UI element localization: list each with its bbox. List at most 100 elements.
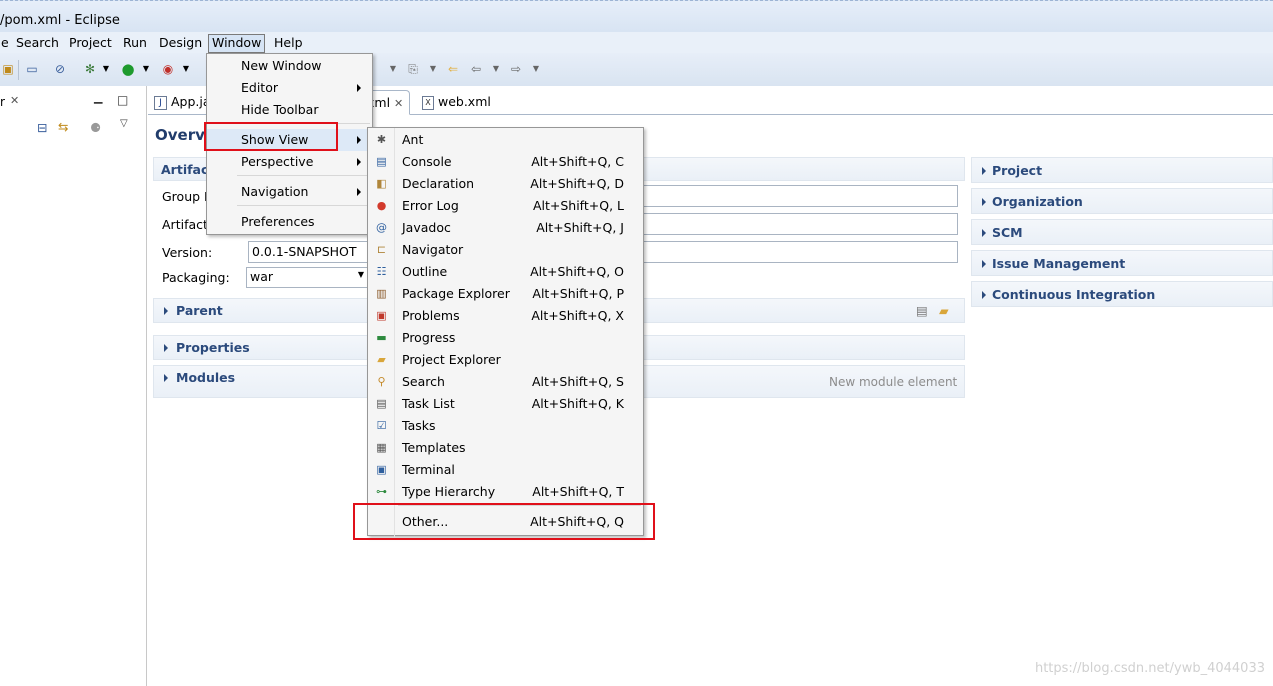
continuous-integration-section[interactable]: Continuous Integration <box>971 281 1273 307</box>
show-view-submenu: ✱ Ant ▤ Console Alt+Shift+Q, C ◧ Declara… <box>367 127 644 537</box>
highlight-box <box>204 122 338 151</box>
section-title: Parent <box>176 303 223 318</box>
title-bar: /pom.xml - Eclipse <box>0 0 1273 32</box>
show-view-item-project-explorer[interactable]: ▰ Project Explorer <box>368 349 643 371</box>
menu-search[interactable]: Search <box>13 34 62 51</box>
menu-item-navigation[interactable]: Navigation <box>207 181 372 203</box>
highlight-box <box>353 503 655 540</box>
ant-icon: ✱ <box>376 133 387 146</box>
external-tools-icon[interactable]: ◉ <box>160 61 176 77</box>
close-icon[interactable]: ✕ <box>10 94 19 107</box>
menu-item-editor[interactable]: Editor <box>207 77 372 99</box>
debug-icon[interactable]: ✻ <box>82 61 98 77</box>
section-title: Modules <box>176 370 236 385</box>
show-view-item-outline[interactable]: ☷ Outline Alt+Shift+Q, O <box>368 261 643 283</box>
link-editor-icon[interactable]: ⇆ <box>58 119 68 134</box>
expand-icon <box>164 344 168 352</box>
menu-help[interactable]: Help <box>271 34 306 51</box>
last-edit-icon[interactable]: ⇐ <box>445 61 461 77</box>
packaging-select[interactable]: war ▼ <box>246 267 368 288</box>
minimize-icon[interactable]: ▁ <box>94 91 102 104</box>
menu-item-hide-toolbar[interactable]: Hide Toolbar <box>207 99 372 121</box>
terminal-icon: ▣ <box>376 463 387 476</box>
package-explorer-icon: ▥ <box>376 287 387 300</box>
forward-icon[interactable]: ⇨ <box>508 61 524 77</box>
show-view-item-package-explorer[interactable]: ▥ Package Explorer Alt+Shift+Q, P <box>368 283 643 305</box>
chevron-down-icon[interactable]: ▼ <box>178 61 194 77</box>
tab-label: App.ja <box>170 94 211 109</box>
chevron-down-icon[interactable]: ▼ <box>138 61 154 77</box>
show-view-item-type-hierarchy[interactable]: ⊶ Type Hierarchy Alt+Shift+Q, T <box>368 481 643 503</box>
expand-icon <box>982 198 986 206</box>
show-view-item-navigator[interactable]: ⊏ Navigator <box>368 239 643 261</box>
java-file-icon: J <box>154 95 167 110</box>
section-title: Properties <box>176 340 250 355</box>
tab-label: web.xml <box>437 94 491 109</box>
monitor-icon[interactable]: ▭ <box>24 61 40 77</box>
menu-run[interactable]: Run <box>120 34 150 51</box>
focus-icon[interactable]: ⚈ <box>90 120 101 135</box>
skip-breakpoints-icon[interactable]: ⊘ <box>52 61 68 77</box>
chevron-down-icon[interactable]: ▼ <box>358 270 364 279</box>
show-view-item-error-log[interactable]: ● Error Log Alt+Shift+Q, L <box>368 195 643 217</box>
maximize-icon[interactable]: □ <box>117 93 128 107</box>
chevron-down-icon[interactable]: ▼ <box>98 61 114 77</box>
progress-icon: ▬ <box>376 331 387 344</box>
collapse-all-icon[interactable]: ⊟ <box>37 120 47 135</box>
menu-item-perspective[interactable]: Perspective <box>207 151 372 173</box>
tab-web-xml[interactable]: X web.xml <box>416 90 497 114</box>
view-tab-partial[interactable]: r <box>0 95 5 109</box>
menu-design[interactable]: Design <box>156 34 205 51</box>
tasks-icon: ☑ <box>376 419 387 432</box>
error-log-icon: ● <box>376 199 387 212</box>
scm-section[interactable]: SCM <box>971 219 1273 245</box>
outline-icon: ☷ <box>376 265 387 278</box>
annotation-icon[interactable]: ⎘ <box>405 61 421 77</box>
chevron-down-icon[interactable]: ▼ <box>425 61 441 77</box>
show-view-item-tasks[interactable]: ☑ Tasks <box>368 415 643 437</box>
menu-edit[interactable]: e <box>0 34 12 51</box>
submenu-arrow-icon <box>357 136 361 144</box>
submenu-arrow-icon <box>357 84 361 92</box>
view-menu-icon[interactable]: ▽ <box>120 118 128 129</box>
watermark-text: https://blog.csdn.net/ywb_4044033 <box>1034 661 1265 676</box>
close-icon[interactable]: ✕ <box>394 97 403 110</box>
show-view-item-templates[interactable]: ▦ Templates <box>368 437 643 459</box>
show-view-item-terminal[interactable]: ▣ Terminal <box>368 459 643 481</box>
show-view-item-problems[interactable]: ▣ Problems Alt+Shift+Q, X <box>368 305 643 327</box>
templates-icon: ▦ <box>376 441 387 454</box>
show-view-item-task-list[interactable]: ▤ Task List Alt+Shift+Q, K <box>368 393 643 415</box>
show-view-item-declaration[interactable]: ◧ Declaration Alt+Shift+Q, D <box>368 173 643 195</box>
menu-bar: e Search Project Run Design Window Help <box>0 32 1273 53</box>
artifact-id-label: Artifact <box>162 217 208 232</box>
project-section[interactable]: Project <box>971 157 1273 183</box>
packaging-label: Packaging: <box>162 270 230 285</box>
organization-section[interactable]: Organization <box>971 188 1273 214</box>
menu-item-new-window[interactable]: New Window <box>207 55 372 77</box>
show-view-item-console[interactable]: ▤ Console Alt+Shift+Q, C <box>368 151 643 173</box>
chevron-down-icon[interactable]: ▼ <box>528 61 544 77</box>
run-icon[interactable]: ● <box>120 61 136 77</box>
menu-item-preferences[interactable]: Preferences <box>207 211 372 233</box>
show-view-item-ant[interactable]: ✱ Ant <box>368 129 643 151</box>
version-value: 0.0.1-SNAPSHOT <box>252 244 357 259</box>
type-hierarchy-icon: ⊶ <box>376 485 387 498</box>
new-module-hint[interactable]: New module element <box>829 375 957 389</box>
menu-window[interactable]: Window <box>208 34 266 53</box>
window-title: /pom.xml - Eclipse <box>0 13 120 28</box>
group-id-input[interactable] <box>620 185 958 207</box>
open-folder-icon[interactable]: ▣ <box>0 61 16 77</box>
left-view-panel: r ✕ ▁ □ ⊟ ⇆ ⚈ ▽ <box>0 86 147 686</box>
show-view-item-javadoc[interactable]: @ Javadoc Alt+Shift+Q, J <box>368 217 643 239</box>
back-icon[interactable]: ⇦ <box>468 61 484 77</box>
submenu-arrow-icon <box>357 188 361 196</box>
show-view-item-progress[interactable]: ▬ Progress <box>368 327 643 349</box>
issue-management-section[interactable]: Issue Management <box>971 250 1273 276</box>
chevron-down-icon[interactable]: ▼ <box>488 61 504 77</box>
show-view-item-search[interactable]: ⚲ Search Alt+Shift+Q, S <box>368 371 643 393</box>
chevron-down-icon[interactable]: ▼ <box>385 61 401 77</box>
menu-project[interactable]: Project <box>66 34 115 51</box>
open-folder-icon[interactable]: ▰ <box>939 303 949 318</box>
pom-file-icon[interactable]: ▤ <box>916 303 928 318</box>
artifact-id-input[interactable] <box>620 213 958 235</box>
